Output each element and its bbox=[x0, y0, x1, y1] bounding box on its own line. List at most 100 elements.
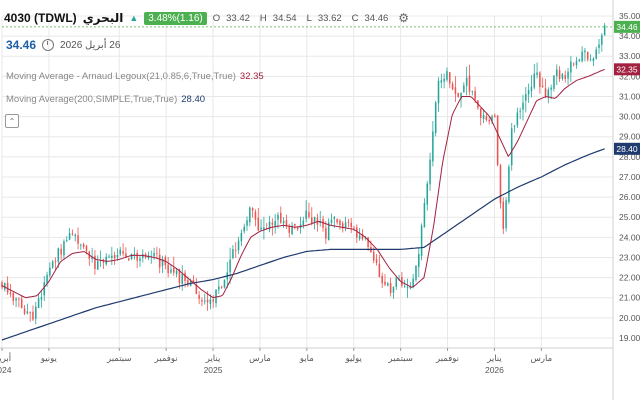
candle-body bbox=[395, 278, 398, 287]
candle-body bbox=[136, 252, 138, 261]
chevron-up-icon: ⌃ bbox=[8, 116, 16, 126]
y-tick-label: 30.00 bbox=[619, 112, 640, 122]
candle-body bbox=[26, 311, 29, 314]
x-tick-label: يناير bbox=[205, 354, 221, 364]
candle-body bbox=[547, 89, 550, 97]
candle-body bbox=[457, 93, 459, 97]
candle-body bbox=[1, 282, 3, 288]
last-date: 26 أبريل 2026 bbox=[60, 39, 121, 51]
candle-body bbox=[277, 214, 279, 220]
y-tick-label: 21.00 bbox=[619, 293, 640, 303]
candle-body bbox=[598, 44, 600, 48]
collapse-legend-button[interactable]: ⌃ bbox=[5, 114, 19, 128]
candle-body bbox=[158, 254, 161, 268]
x-tick-label: سبتمبر bbox=[387, 354, 412, 364]
candle-body bbox=[43, 282, 46, 296]
price-marker-value: 28.40 bbox=[616, 144, 638, 154]
candle-body bbox=[448, 72, 451, 84]
candle-body bbox=[403, 286, 406, 287]
chart-header: 4030 (TDWL) البحري ▲ 3.48%(1.16) O 33.42 … bbox=[4, 10, 409, 26]
candle-body bbox=[519, 110, 521, 112]
candle-body bbox=[533, 73, 536, 88]
candle-body bbox=[426, 183, 429, 205]
close-value: 34.46 bbox=[364, 12, 389, 24]
x-tick-label: مارس bbox=[531, 354, 553, 364]
candle-body bbox=[330, 219, 333, 223]
candle-body bbox=[499, 165, 502, 204]
candle-body bbox=[77, 235, 79, 244]
candle-body bbox=[336, 219, 338, 223]
candle-body bbox=[603, 25, 606, 36]
candle-body bbox=[51, 261, 54, 268]
price-marker-value: 34.46 bbox=[616, 22, 638, 32]
candle-body bbox=[71, 233, 74, 235]
candle-body bbox=[173, 267, 175, 273]
candle-body bbox=[471, 91, 474, 93]
candle-body bbox=[589, 59, 592, 61]
candle-body bbox=[375, 259, 378, 263]
candle-body bbox=[175, 270, 178, 275]
gear-icon[interactable]: ⚙ bbox=[398, 11, 409, 25]
candle-body bbox=[113, 255, 116, 259]
x-tick-label: مارس bbox=[249, 354, 271, 364]
sma-label: Moving Average(200,SIMPLE,True,True) bbox=[6, 94, 178, 105]
candle-body bbox=[32, 311, 34, 320]
candle-body bbox=[339, 220, 341, 226]
candle-body bbox=[229, 259, 231, 273]
candle-body bbox=[209, 299, 212, 304]
candle-body bbox=[125, 253, 127, 257]
x-tick-label: نوفمبر bbox=[154, 354, 178, 364]
indicator-alma-legend[interactable]: Moving Average - Arnaud Legoux(21,0.85,6… bbox=[6, 71, 264, 82]
candle-body bbox=[592, 58, 595, 62]
candle-body bbox=[482, 115, 485, 119]
candle-body bbox=[561, 73, 564, 79]
candle-body bbox=[234, 249, 237, 251]
candle-body bbox=[18, 298, 20, 300]
indicator-sma-legend[interactable]: Moving Average(200,SIMPLE,True,True) 28.4… bbox=[6, 94, 205, 105]
candle-body bbox=[116, 254, 119, 258]
candle-body bbox=[432, 131, 434, 162]
y-tick-label: 23.00 bbox=[619, 252, 640, 262]
candle-body bbox=[85, 245, 88, 251]
candle-body bbox=[516, 112, 519, 126]
candle-body bbox=[108, 256, 110, 258]
candle-body bbox=[153, 253, 155, 257]
x-tick-label: يونيو bbox=[40, 354, 58, 364]
y-tick-label: 33.00 bbox=[619, 51, 640, 61]
candle-body bbox=[479, 108, 482, 118]
candle-body bbox=[344, 222, 347, 228]
candle-body bbox=[12, 293, 15, 301]
y-tick-label: 26.00 bbox=[619, 192, 640, 202]
candle-body bbox=[156, 253, 158, 255]
candle-body bbox=[105, 256, 107, 265]
y-tick-label: 35.00 bbox=[619, 11, 640, 21]
candle-body bbox=[544, 88, 547, 97]
candle-body bbox=[49, 267, 51, 276]
candle-body bbox=[302, 220, 305, 225]
price-chart[interactable]: 19.00 20.00 21.00 22.00 23.00 24.00 25.00 26.00… bbox=[0, 0, 640, 400]
candle-body bbox=[584, 50, 586, 53]
open-value: 33.42 bbox=[226, 12, 250, 24]
candle-body bbox=[240, 232, 243, 242]
candle-body bbox=[220, 286, 223, 288]
candle-body bbox=[392, 286, 395, 293]
candle-body bbox=[505, 200, 507, 229]
candle-body bbox=[305, 210, 307, 219]
candle-body bbox=[539, 72, 541, 88]
high-value: 34.54 bbox=[272, 12, 297, 24]
x-tick-label: مايو bbox=[299, 354, 314, 364]
candle-body bbox=[325, 227, 327, 239]
y-tick-label: 27.00 bbox=[619, 172, 640, 182]
y-tick-label: 20.00 bbox=[619, 313, 640, 323]
candle-body bbox=[443, 78, 445, 82]
candle-body bbox=[415, 265, 417, 280]
candle-body bbox=[412, 278, 414, 288]
candle-body bbox=[139, 258, 141, 262]
candle-body bbox=[446, 71, 448, 80]
candle-body bbox=[550, 87, 552, 90]
candle-body bbox=[347, 221, 350, 223]
candle-body bbox=[406, 286, 409, 288]
candle-body bbox=[527, 90, 530, 95]
candle-body bbox=[60, 248, 62, 255]
candle-body bbox=[575, 60, 578, 66]
